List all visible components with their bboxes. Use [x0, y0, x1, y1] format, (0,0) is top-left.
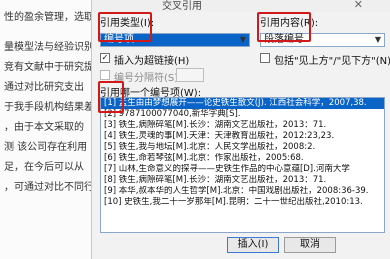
list-item[interactable]: [10] 史铁生,我二十一岁那年[M].昆明：二十一世纪出版社,2010:13.: [101, 197, 384, 208]
document-line: ，可通过对比不同行: [4, 182, 94, 193]
list-item[interactable]: [1] 孟生由由梦想展开——论史铁生散文(J). 江西社会科学，2007,38.: [101, 98, 384, 109]
separator-checkbox[interactable]: [100, 70, 110, 80]
list-item[interactable]: [2] 9787100077040,新华字典[S].: [101, 109, 384, 120]
insert-button[interactable]: 插入(I): [227, 237, 279, 253]
insert-hyperlink-label: 插入为超链接(H): [114, 56, 190, 67]
document-line: 量模型法与经验识别: [4, 42, 94, 53]
document-line: 通过对比研究支出: [4, 82, 84, 93]
dialog-titlebar: 交叉引用 ✕: [92, 0, 390, 12]
list-item[interactable]: [5] 铁生,我与地坛[M].北京：人民文学出版社，2008:2.: [101, 142, 384, 153]
annotation-box-insert-reference: [257, 12, 311, 42]
annotation-box-reference-type: [98, 12, 152, 42]
list-item[interactable]: [7] 山林,生命意义的探寻——史铁生作品的中心意蕴[D].河南大学: [101, 164, 384, 175]
annotation-box-list-label: [98, 81, 124, 113]
dialog-title: 交叉引用: [162, 1, 202, 12]
include-above-below-checkbox[interactable]: [260, 53, 270, 63]
cancel-button[interactable]: 取消: [284, 237, 336, 253]
document-line: 足，在今后可以从: [4, 162, 84, 173]
chevron-down-icon[interactable]: ▼: [372, 34, 384, 46]
document-line: 测 该公司存在利用: [4, 142, 88, 153]
document-line: 于我手段机构结果差: [4, 102, 94, 113]
document-line: 竞有文献中于研究提出: [4, 62, 104, 73]
include-above-below-label: 包括"见上方"/"见下方"(N): [274, 56, 390, 67]
list-item[interactable]: [4] 铁生,灵魂的事[M].天津：天津教育出版社，2012:23,23.: [101, 131, 384, 142]
chevron-down-icon[interactable]: ▼: [237, 34, 249, 46]
close-icon[interactable]: ✕: [354, 0, 363, 11]
document-line: 性的盈余管理，选取: [4, 12, 94, 23]
list-item[interactable]: [9] 本华,叔本华的人生哲学[M].北京：中国戏剧出版社，2008:36-39…: [101, 186, 384, 197]
cross-reference-dialog: 交叉引用 ✕ 引用类型(I): 编号项 ▼ 引用内容(R): 段落编号 ▼ ✓ …: [91, 0, 390, 259]
document-line: ，由于本文采取的: [4, 122, 84, 133]
insert-hyperlink-checkbox[interactable]: ✓: [100, 53, 110, 63]
list-item[interactable]: [6] 铁生,命若琴弦[M].北京：作家出版社，2005:68.: [101, 153, 384, 164]
separator-input[interactable]: [176, 68, 204, 82]
list-item[interactable]: [3] 铁生,病隙碎笔[M].长沙：湖南文艺出版社，2013：71.: [101, 120, 384, 131]
reference-list[interactable]: [1] 孟生由由梦想展开——论史铁生散文(J). 江西社会科学，2007,38.…: [100, 97, 385, 233]
list-item[interactable]: [8] 铁生,病隙碎笔[M].长沙：湖南文艺出版社，2013：71.: [101, 175, 384, 186]
